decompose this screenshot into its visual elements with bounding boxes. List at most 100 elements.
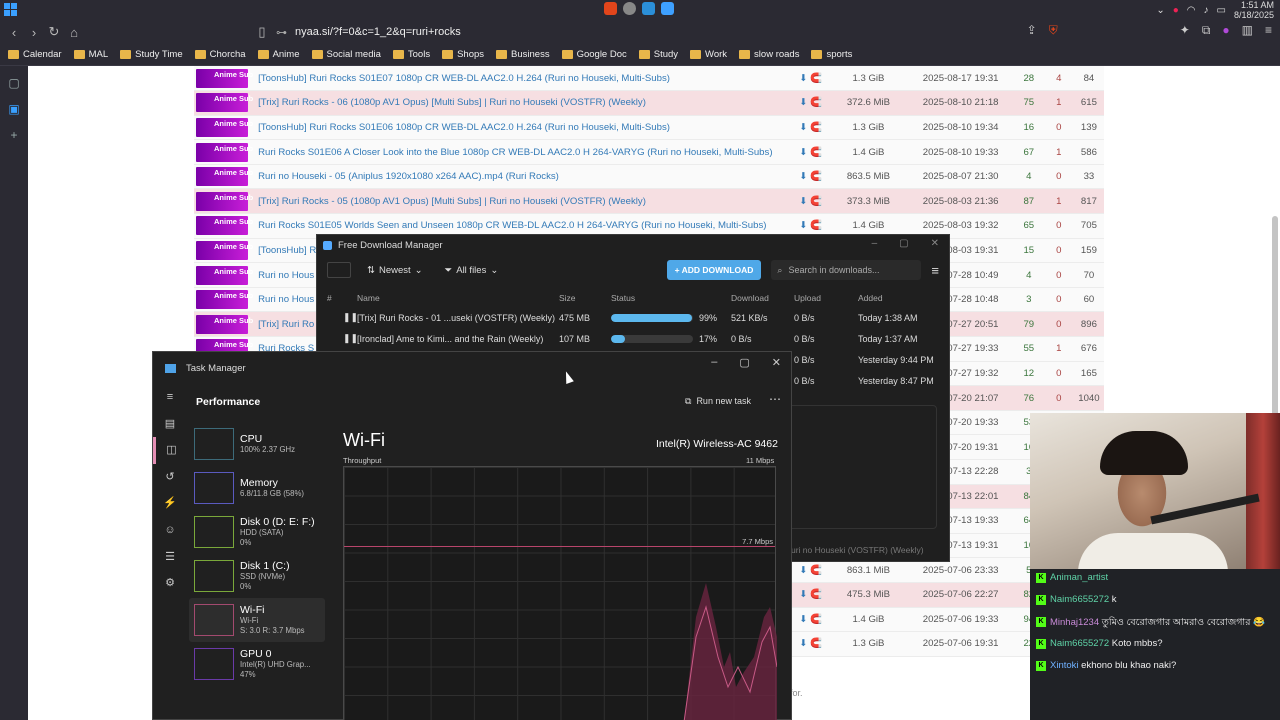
bookmark-icon[interactable]: ▯ (252, 24, 272, 40)
profile-icon[interactable]: ● (1222, 23, 1229, 38)
category-badge[interactable]: Anime Sub (196, 68, 253, 88)
maximize-icon[interactable]: ▢ (739, 356, 749, 369)
download-icon[interactable]: ⬇ (799, 171, 807, 182)
bookmark-item[interactable]: Anime (257, 49, 300, 60)
torrent-name-link[interactable]: [Trix] Ruri Rocks - 05 (1080p AV1 Opus) … (254, 188, 796, 215)
magnet-icon[interactable]: 🧲 (810, 565, 822, 576)
hamburger-menu-icon[interactable]: ≡ (931, 263, 939, 278)
extension-icon[interactable]: ✦ (1180, 23, 1190, 38)
category-badge[interactable]: Anime Sub (196, 167, 253, 187)
run-new-task-button[interactable]: ⧉ Run new task (685, 396, 751, 407)
startup-icon[interactable]: ⚡ (153, 490, 187, 517)
brave-shield-icon[interactable]: ⛨ (1049, 23, 1058, 38)
category-cell[interactable]: Anime Sub (194, 213, 255, 239)
pause-icon[interactable]: ❚❚ (343, 312, 358, 322)
perf-item[interactable]: CPU 100% 2.37 GHz (189, 422, 325, 466)
menu-icon[interactable]: ≡ (1265, 23, 1272, 38)
forward-icon[interactable]: › (24, 25, 44, 40)
category-badge[interactable]: Anime Sub (196, 265, 253, 285)
sidebar-panel-icon[interactable]: ▢ (0, 70, 28, 96)
app-history-icon[interactable]: ↺ (153, 464, 187, 491)
download-icon[interactable]: ⬇ (799, 122, 807, 133)
magnet-icon[interactable]: 🧲 (810, 122, 822, 133)
torrent-name-link[interactable]: [Trix] Ruri Rocks - 06 (1080p AV1 Opus) … (254, 90, 796, 116)
category-cell[interactable]: Anime Sub (194, 66, 255, 92)
wifi-icon[interactable]: ◠ (1187, 5, 1196, 16)
download-row[interactable]: ❚❚ [Ironclad] Ame to Kimi... and the Rain… (317, 328, 949, 349)
chat-username[interactable]: Naim6655272 (1050, 594, 1109, 605)
battery-icon[interactable]: ▭ (1217, 5, 1226, 16)
download-icon[interactable]: ⬇ (799, 220, 807, 231)
github-icon[interactable] (623, 2, 636, 15)
col-status[interactable]: Status (611, 293, 731, 303)
category-badge[interactable]: Anime Sub (196, 142, 253, 162)
perf-item[interactable]: Disk 1 (C:) SSD (NVMe) 0% (189, 554, 325, 598)
magnet-icon[interactable]: 🧲 (810, 614, 822, 625)
add-download-button[interactable]: + ADD DOWNLOAD (666, 260, 762, 280)
puzzle-icon[interactable]: ⧉ (1202, 23, 1211, 38)
bookmark-item[interactable]: Shops (442, 49, 484, 60)
share-icon[interactable]: ⇪ (1027, 23, 1037, 38)
details-icon[interactable]: ☰ (153, 544, 187, 571)
app-icon-2[interactable] (661, 2, 674, 15)
pause-icon[interactable]: ❚❚ (343, 333, 358, 343)
close-icon[interactable]: ✕ (931, 238, 939, 249)
chevron-down-icon[interactable]: ⌄ (1156, 5, 1164, 16)
magnet-icon[interactable]: 🧲 (810, 638, 822, 649)
users-icon[interactable]: ☺ (153, 517, 187, 544)
magnet-icon[interactable]: 🧲 (810, 589, 822, 600)
download-icon[interactable]: ⬇ (799, 589, 807, 600)
col-name[interactable]: Name (357, 293, 559, 303)
reload-icon[interactable]: ↻ (44, 24, 64, 40)
download-icon[interactable]: ⬇ (799, 614, 807, 625)
bookmark-item[interactable]: Work (690, 49, 727, 60)
download-row[interactable]: ❚❚ [Trix] Ruri Rocks - 01 ...useki (VOSTF… (317, 307, 949, 328)
more-options-icon[interactable]: ⋯ (769, 392, 781, 406)
site-info-icon[interactable]: ⊶ (276, 26, 287, 39)
bookmark-item[interactable]: Chorcha (194, 49, 246, 60)
category-cell[interactable]: Anime Sub (194, 139, 255, 165)
windows-start-icon[interactable] (4, 3, 17, 16)
download-icon[interactable]: ⬇ (799, 73, 807, 84)
app-icon[interactable] (642, 2, 655, 15)
perf-item[interactable]: Wi-Fi Wi-Fi S: 3.0 R: 3.7 Mbps (189, 598, 325, 642)
category-cell[interactable]: Anime Sub (194, 90, 255, 116)
download-icon[interactable]: ⬇ (799, 565, 807, 576)
download-icon[interactable]: ⬇ (799, 97, 807, 108)
category-cell[interactable]: Anime Sub (194, 287, 255, 313)
clock[interactable]: 1:51 AM 8/18/2025 (1234, 0, 1274, 20)
torrent-name-link[interactable]: Ruri Rocks S01E06 A Closer Look into the… (254, 139, 796, 165)
add-icon[interactable]: + (0, 122, 28, 148)
perf-item[interactable]: GPU 0 Intel(R) UHD Grap... 47% (189, 642, 325, 686)
sidebar-app-icon[interactable]: ▣ (0, 96, 28, 122)
torrent-name-link[interactable]: [ToonsHub] Ruri Rocks S01E07 1080p CR WE… (254, 66, 796, 92)
chat-username[interactable]: Animan_artist (1050, 572, 1108, 583)
select-all-checkbox[interactable] (327, 262, 351, 278)
category-badge[interactable]: Anime Sub (196, 314, 253, 334)
processes-icon[interactable]: ▤ (153, 411, 187, 438)
download-icon[interactable]: ⬇ (799, 147, 807, 158)
close-icon[interactable]: ✕ (772, 356, 781, 369)
chat-username[interactable]: Xintoki (1050, 660, 1079, 671)
back-icon[interactable]: ‹ (4, 25, 24, 40)
category-badge[interactable]: Anime Sub (196, 93, 253, 113)
category-badge[interactable]: Anime Sub (196, 290, 253, 310)
bookmark-item[interactable]: MAL (73, 49, 108, 60)
category-badge[interactable]: Anime Sub (196, 240, 253, 260)
magnet-icon[interactable]: 🧲 (810, 147, 822, 158)
bookmark-item[interactable]: Google Doc (561, 49, 627, 60)
torrent-name-link[interactable]: Ruri no Houseki - 05 (Aniplus 1920x1080 … (254, 164, 796, 190)
col-hash[interactable]: # (317, 293, 357, 303)
perf-item[interactable]: Disk 0 (D: E: F:) HDD (SATA) 0% (189, 510, 325, 554)
sidebar-toggle-icon[interactable]: ▥ (1242, 23, 1253, 38)
home-icon[interactable]: ⌂ (64, 25, 84, 40)
magnet-icon[interactable]: 🧲 (810, 73, 822, 84)
category-cell[interactable]: Anime Sub (194, 115, 255, 141)
category-badge[interactable]: Anime Sub (196, 117, 253, 137)
chat-username[interactable]: Naim6655272 (1050, 638, 1109, 649)
brave-icon[interactable] (604, 2, 617, 15)
col-size[interactable]: Size (559, 293, 611, 303)
mic-icon[interactable]: ● (1173, 5, 1179, 16)
minimize-icon[interactable]: – (872, 238, 878, 249)
category-cell[interactable]: Anime Sub (194, 238, 255, 264)
